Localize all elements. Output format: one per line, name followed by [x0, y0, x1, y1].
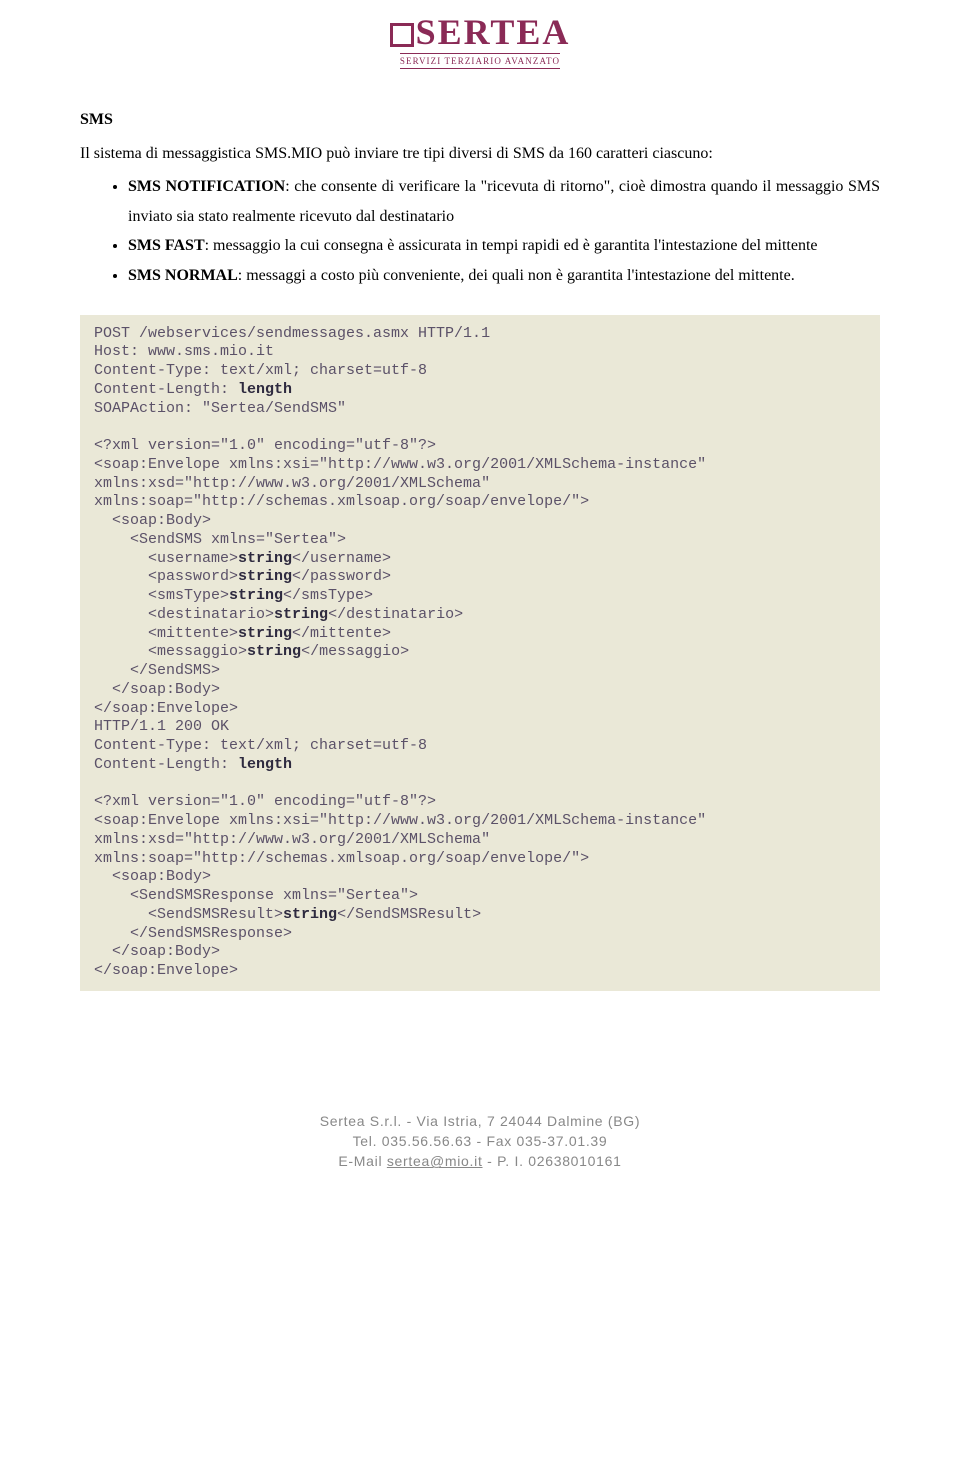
document-body: SMS Il sistema di messaggistica SMS.MIO …: [80, 105, 880, 991]
footer-address: Sertea S.r.l. - Via Istria, 7 24044 Dalm…: [80, 1111, 880, 1131]
bullet-list: SMS NOTIFICATION: che consente di verifi…: [80, 172, 880, 290]
list-item: SMS NORMAL: messaggi a costo più conveni…: [128, 261, 880, 291]
bullet-text: : messaggio la cui consegna è assicurata…: [205, 237, 818, 254]
footer-email-link[interactable]: sertea@mio.it: [387, 1153, 483, 1169]
code-block: POST /webservices/sendmessages.asmx HTTP…: [80, 315, 880, 991]
bullet-label: SMS NOTIFICATION: [128, 178, 285, 195]
bullet-text: : messaggi a costo più conveniente, dei …: [238, 267, 795, 284]
footer-email-line: E-Mail sertea@mio.it - P. I. 02638010161: [80, 1151, 880, 1171]
logo-square-icon: [390, 23, 414, 47]
logo-text: SERTEA: [80, 14, 880, 50]
logo-tagline: SERVIZI TERZIARIO AVANZATO: [400, 53, 560, 69]
bullet-label: SMS NORMAL: [128, 267, 238, 284]
bullet-label: SMS FAST: [128, 237, 205, 254]
intro-paragraph: Il sistema di messaggistica SMS.MIO può …: [80, 139, 880, 169]
list-item: SMS NOTIFICATION: che consente di verifi…: [128, 172, 880, 231]
footer-phone: Tel. 035.56.56.63 - Fax 035-37.01.39: [80, 1131, 880, 1151]
list-item: SMS FAST: messaggio la cui consegna è as…: [128, 231, 880, 261]
company-logo: SERTEA SERVIZI TERZIARIO AVANZATO: [80, 14, 880, 69]
page-footer: Sertea S.r.l. - Via Istria, 7 24044 Dalm…: [80, 1111, 880, 1172]
section-title: SMS: [80, 105, 880, 135]
